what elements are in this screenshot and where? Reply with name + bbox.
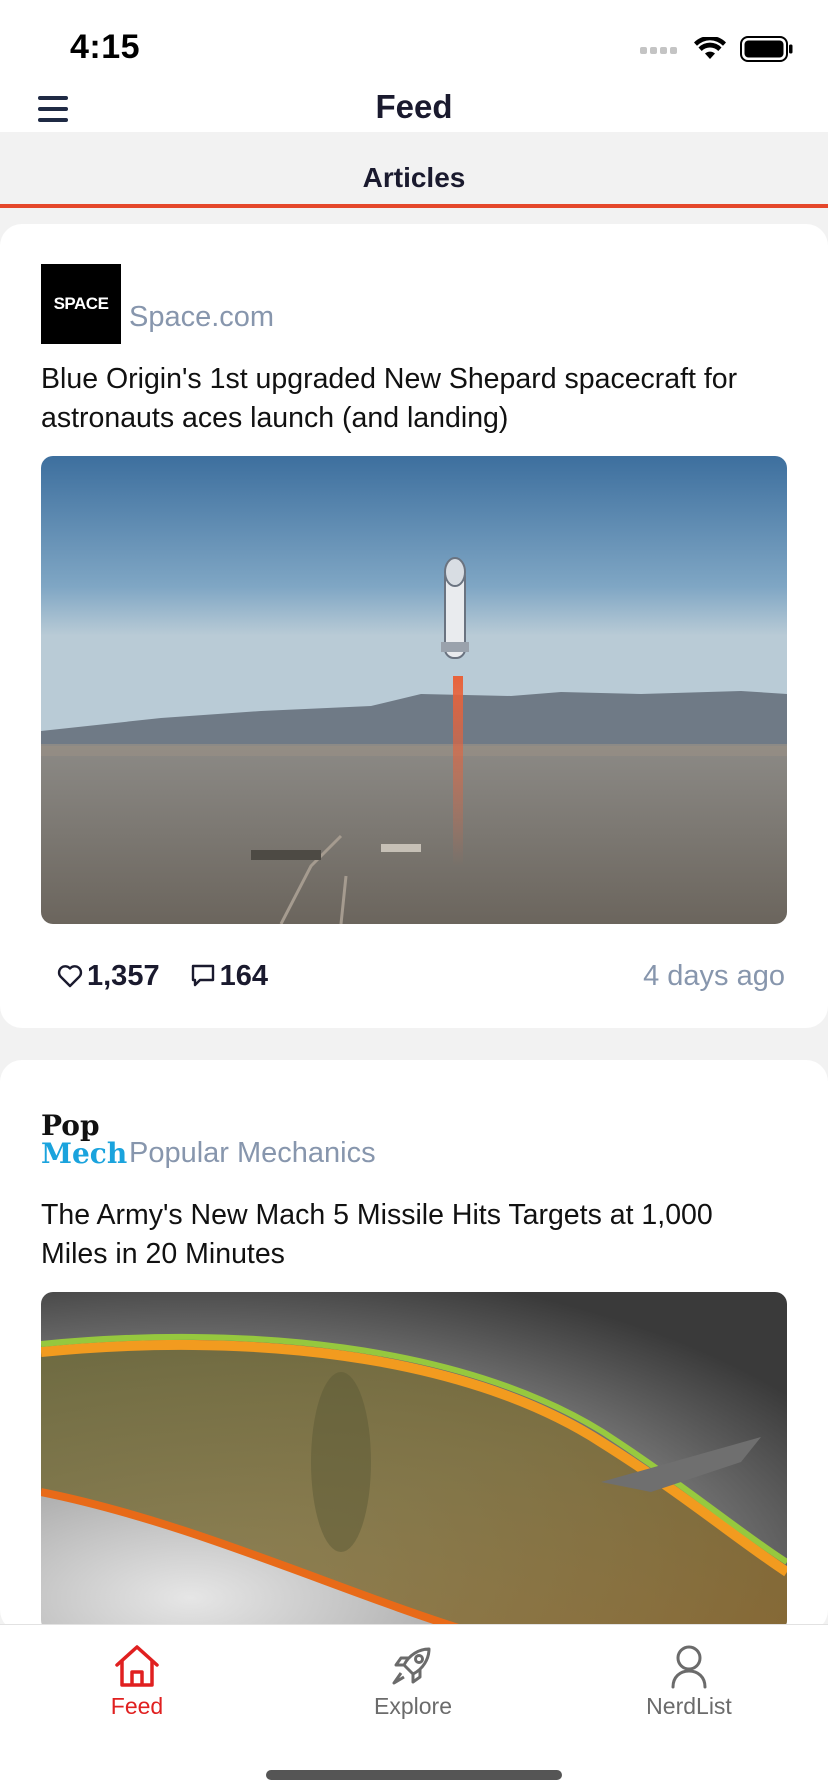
article-image-rocket-launch[interactable] — [41, 456, 787, 924]
like-button[interactable]: 1,357 — [57, 960, 160, 993]
battery-icon — [740, 36, 793, 62]
article-card[interactable]: SPACE Space.com Blue Origin's 1st upgrad… — [0, 224, 828, 1028]
tab-articles[interactable]: Articles — [0, 162, 828, 194]
heart-icon — [57, 965, 83, 988]
source-logo-line-2: Mech — [41, 1137, 128, 1170]
source-row: Pop Mech Popular Mechanics — [41, 1100, 787, 1180]
article-image-missile[interactable] — [41, 1292, 787, 1632]
nav-feed-label: Feed — [110, 1693, 164, 1719]
home-indicator[interactable] — [266, 1770, 562, 1780]
source-name[interactable]: Space.com — [129, 301, 274, 334]
article-footer: 1,357 164 4 days ago — [41, 924, 787, 1028]
article-card[interactable]: Pop Mech Popular Mechanics The Army's Ne… — [0, 1060, 828, 1632]
comment-button[interactable]: 164 — [190, 960, 268, 993]
article-title[interactable]: Blue Origin's 1st upgraded New Shepard s… — [41, 360, 787, 438]
status-bar: 4:15 — [0, 0, 828, 88]
app-header: Feed — [0, 88, 828, 132]
nav-explore[interactable]: Explore — [313, 1643, 513, 1720]
source-logo-space-com: SPACE — [41, 264, 121, 344]
tab-active-indicator — [0, 204, 828, 208]
nav-explore-label: Explore — [374, 1693, 452, 1719]
nav-nerdlist[interactable]: NerdList — [589, 1643, 789, 1720]
bottom-nav: Feed Explore NerdList — [0, 1624, 828, 1792]
source-logo-popular-mechanics: Pop Mech — [41, 1100, 127, 1180]
status-indicators — [640, 36, 794, 62]
source-logo-text: SPACE — [53, 294, 109, 313]
article-feed[interactable]: SPACE Space.com Blue Origin's 1st upgrad… — [0, 224, 828, 1632]
like-count: 1,357 — [87, 959, 160, 992]
rocket-icon — [392, 1647, 431, 1685]
source-row: SPACE Space.com — [41, 264, 787, 344]
source-logo-line-1: Pop — [41, 1109, 100, 1142]
home-icon — [115, 1645, 159, 1687]
nav-feed[interactable]: Feed — [37, 1643, 237, 1720]
comment-count: 164 — [219, 959, 268, 992]
tab-bar: Articles — [0, 132, 828, 208]
page-title: Feed — [375, 88, 453, 125]
signal-icon — [640, 47, 677, 54]
person-icon — [671, 1645, 707, 1689]
source-name[interactable]: Popular Mechanics — [129, 1137, 376, 1170]
nav-nerdlist-label: NerdList — [646, 1693, 732, 1719]
status-time: 4:15 — [70, 28, 141, 66]
comment-icon — [191, 964, 214, 987]
article-title[interactable]: The Army's New Mach 5 Missile Hits Targe… — [41, 1196, 787, 1274]
wifi-icon — [694, 37, 726, 59]
article-time-ago: 4 days ago — [643, 959, 785, 992]
